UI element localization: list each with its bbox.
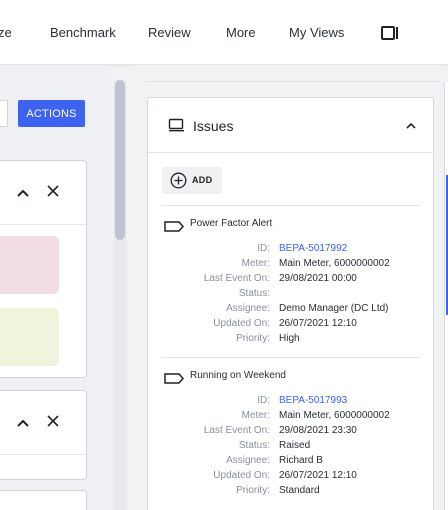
nav-item-more[interactable]: More bbox=[226, 25, 256, 40]
field-value: Demo Manager (DC Ltd) bbox=[279, 303, 389, 314]
top-navigation: ze Benchmark Review More My Views bbox=[0, 0, 448, 65]
widget-card bbox=[0, 390, 87, 480]
issue-title-row: Running on Weekend bbox=[162, 369, 420, 384]
field-label: Assignee: bbox=[226, 303, 270, 314]
field-value: Standard bbox=[279, 485, 320, 496]
divider bbox=[162, 357, 420, 358]
field-label: Priority: bbox=[236, 333, 270, 344]
field-label: Status: bbox=[238, 288, 270, 299]
issue-last-event-row: Last Event On: 29/08/2021 00:00 bbox=[162, 272, 420, 287]
field-value: High bbox=[279, 333, 300, 344]
add-button-label: ADD bbox=[192, 175, 213, 185]
issue-meter-row: Meter: Main Meter, 6000000002 bbox=[162, 257, 420, 272]
issue-last-event-row: Last Event On: 29/08/2021 23:30 bbox=[162, 424, 420, 439]
issue-flag-icon bbox=[164, 219, 185, 232]
issue-updated-row: Updated On: 26/07/2021 12:10 bbox=[162, 469, 420, 484]
issue-id-link[interactable]: BEPA-5017993 bbox=[279, 395, 347, 406]
field-label: Last Event On: bbox=[203, 425, 270, 436]
field-label: ID: bbox=[257, 243, 270, 254]
field-label: ID: bbox=[257, 395, 270, 406]
field-value: 26/07/2021 12:10 bbox=[279, 470, 357, 481]
widget-card bbox=[0, 160, 87, 378]
chevron-up-icon[interactable] bbox=[15, 415, 31, 431]
issue-status-row: Status: Raised bbox=[162, 439, 420, 454]
field-label: Meter: bbox=[241, 258, 270, 269]
nav-item-benchmark[interactable]: Benchmark bbox=[50, 25, 116, 40]
nav-item-my-views[interactable]: My Views bbox=[289, 25, 344, 40]
add-issue-button[interactable]: ADD bbox=[162, 167, 222, 194]
close-icon[interactable] bbox=[45, 183, 61, 199]
panel-toggle-icon[interactable] bbox=[381, 26, 399, 40]
chevron-up-icon[interactable] bbox=[404, 119, 418, 133]
field-label: Updated On: bbox=[213, 318, 270, 329]
issue-title-row: Power Factor Alert bbox=[162, 217, 420, 232]
plus-circle-icon bbox=[170, 172, 187, 189]
field-label: Priority: bbox=[236, 485, 270, 496]
nav-item-analyze[interactable]: ze bbox=[0, 25, 12, 40]
issues-icon bbox=[168, 118, 185, 132]
issue-priority-row: Priority: Standard bbox=[162, 484, 420, 499]
field-value: Main Meter, 6000000002 bbox=[279, 258, 390, 269]
issues-panel: Issues ADD Power Factor Alert ID: BEPA-5… bbox=[147, 97, 434, 510]
field-label: Meter: bbox=[241, 410, 270, 421]
field-value: 29/08/2021 00:00 bbox=[279, 273, 357, 284]
widget-card-header bbox=[0, 161, 86, 225]
field-label: Updated On: bbox=[213, 470, 270, 481]
issue-status-row: Status: bbox=[162, 287, 420, 302]
issue-priority-row: Priority: High bbox=[162, 332, 420, 347]
close-icon[interactable] bbox=[45, 413, 61, 429]
issues-panel-header[interactable]: Issues bbox=[148, 98, 433, 153]
widget-card bbox=[0, 490, 87, 510]
nav-item-review[interactable]: Review bbox=[148, 25, 191, 40]
field-value: Main Meter, 6000000002 bbox=[279, 410, 390, 421]
filter-input-stub[interactable] bbox=[0, 100, 8, 127]
issue-id-row: ID: BEPA-5017993 bbox=[162, 394, 420, 409]
widget-tile-pink[interactable] bbox=[0, 236, 59, 294]
pane-top-edge bbox=[146, 65, 439, 82]
issue-id-row: ID: BEPA-5017992 bbox=[162, 242, 420, 257]
widget-card-header bbox=[0, 391, 86, 455]
issue-assignee-row: Assignee: Richard B bbox=[162, 454, 420, 469]
issue-id-link[interactable]: BEPA-5017992 bbox=[279, 243, 347, 254]
field-value: Raised bbox=[279, 440, 311, 451]
field-value: Richard B bbox=[279, 455, 323, 466]
widget-tile-green[interactable] bbox=[0, 308, 59, 366]
divider bbox=[162, 205, 420, 206]
field-value: 29/08/2021 23:30 bbox=[279, 425, 357, 436]
field-label: Last Event On: bbox=[203, 273, 270, 284]
issue-assignee-row: Assignee: Demo Manager (DC Ltd) bbox=[162, 302, 420, 317]
issues-panel-title: Issues bbox=[193, 118, 234, 134]
field-value: 26/07/2021 12:10 bbox=[279, 318, 357, 329]
actions-button[interactable]: ACTIONS bbox=[18, 100, 85, 127]
issue-title[interactable]: Running on Weekend bbox=[190, 370, 286, 381]
scrollbar-thumb[interactable] bbox=[115, 80, 125, 240]
issue-updated-row: Updated On: 26/07/2021 12:10 bbox=[162, 317, 420, 332]
field-label: Status: bbox=[238, 440, 270, 451]
issue-flag-icon bbox=[164, 371, 185, 384]
field-label: Assignee: bbox=[226, 455, 270, 466]
left-column: ACTIONS bbox=[0, 65, 110, 510]
issue-title[interactable]: Power Factor Alert bbox=[190, 218, 272, 229]
chevron-up-icon[interactable] bbox=[15, 185, 31, 201]
issue-meter-row: Meter: Main Meter, 6000000002 bbox=[162, 409, 420, 424]
